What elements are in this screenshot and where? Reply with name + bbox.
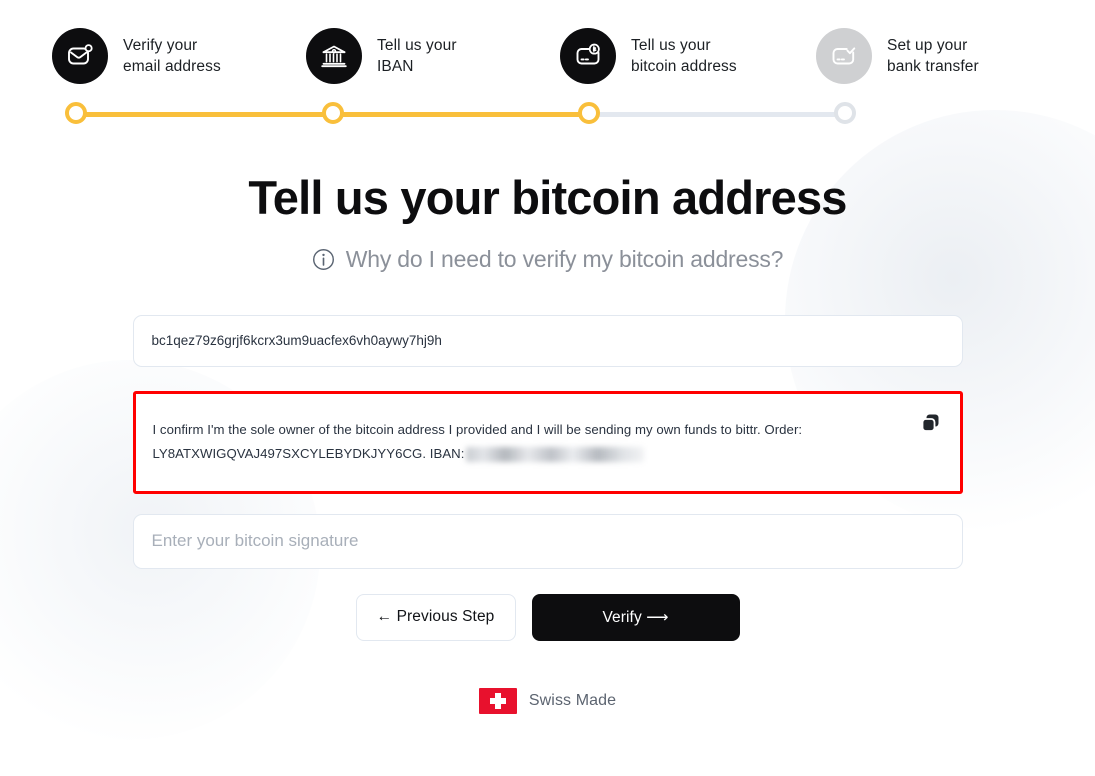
step-verify-email[interactable]: Verify your email address — [0, 28, 256, 84]
step-setup-bank-transfer[interactable]: Set up your bank transfer — [768, 28, 1024, 84]
step-3-circle — [560, 28, 616, 84]
bitcoin-address-input[interactable] — [151, 333, 944, 349]
iban-redacted-value — [466, 447, 645, 463]
copy-icon — [921, 414, 938, 432]
mail-icon — [68, 44, 93, 65]
confirmation-message-box: I confirm I'm the sole owner of the bitc… — [132, 390, 963, 494]
info-icon — [312, 248, 334, 270]
card-check-icon — [832, 47, 856, 65]
page-title: Tell us your bitcoin address — [248, 171, 847, 224]
verify-button[interactable]: Verify ⟶ — [531, 593, 740, 641]
progress-node-1[interactable] — [65, 102, 87, 124]
bitcoin-address-form: I confirm I'm the sole owner of the bitc… — [132, 314, 963, 641]
help-link[interactable]: Why do I need to verify my bitcoin addre… — [0, 246, 1095, 273]
step-4-circle — [816, 28, 872, 84]
step-1-circle — [52, 28, 108, 84]
previous-step-button[interactable]: ← Previous Step — [355, 593, 516, 641]
stepper-steps: Verify your email address Tell us your I… — [0, 0, 1095, 84]
step-1-label: Verify your email address — [123, 36, 221, 75]
bitcoin-signature-field[interactable] — [132, 513, 963, 569]
progress-node-3[interactable] — [578, 102, 600, 124]
form-actions: ← Previous Step Verify ⟶ — [133, 593, 963, 641]
step-tell-iban[interactable]: Tell us your IBAN — [256, 28, 512, 84]
step-tell-bitcoin-address[interactable]: Tell us your bitcoin address — [512, 28, 768, 84]
step-2-circle — [306, 28, 362, 84]
help-link-label: Why do I need to verify my bitcoin addre… — [345, 245, 784, 272]
bitcoin-address-field[interactable] — [132, 314, 963, 367]
step-3-label: Tell us your bitcoin address — [631, 36, 737, 75]
step-4-label: Set up your bank transfer — [887, 36, 979, 75]
progress-bar — [0, 102, 1095, 126]
bitcoin-signature-input[interactable] — [151, 531, 944, 552]
progress-node-4[interactable] — [834, 102, 856, 124]
step-2-label: Tell us your IBAN — [377, 36, 457, 75]
progress-stepper: Verify your email address Tell us your I… — [0, 0, 1095, 126]
bitcoin-card-icon — [576, 43, 600, 65]
swiss-flag-icon — [478, 687, 517, 714]
page-root: Verify your email address Tell us your I… — [0, 0, 1095, 776]
confirmation-message-text: I confirm I'm the sole owner of the bitc… — [153, 418, 902, 467]
bank-icon — [321, 45, 347, 68]
footer-swiss-made: Swiss Made — [0, 687, 1095, 714]
footer-label: Swiss Made — [528, 691, 617, 709]
progress-node-2[interactable] — [322, 102, 344, 124]
copy-message-button[interactable] — [918, 410, 944, 436]
